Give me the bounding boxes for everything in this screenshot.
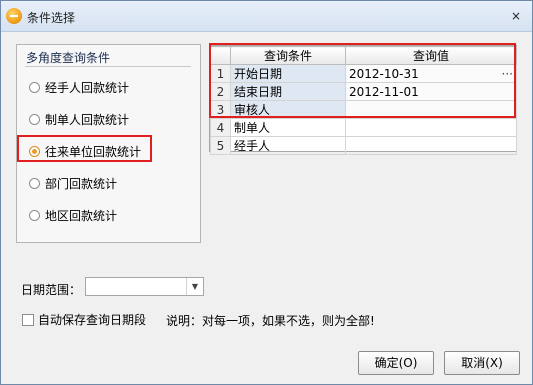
radio-label: 地区回款统计 [45,208,118,223]
autosave-checkbox-row[interactable]: 自动保存查询日期段 [22,311,146,328]
radio-option-department[interactable]: 部门回款统计 [29,174,117,192]
dropdown-arrow-icon[interactable]: ▼ [186,278,203,295]
table-row[interactable]: 5 经手人 [210,136,517,155]
radio-label: 制单人回款统计 [45,112,130,127]
checkbox-icon[interactable] [22,313,34,326]
radio-icon[interactable] [29,209,40,221]
note-text: 说明：对每一项，如果不选，则为全部! [166,314,375,328]
radio-label: 经手人回款统计 [45,80,130,95]
value-cell[interactable] [345,118,517,137]
title-bar[interactable]: 条件选择 × [1,1,532,32]
ok-button[interactable]: 确定(O) [358,351,434,375]
condition-cell[interactable]: 制单人 [230,118,346,137]
app-icon [6,8,22,24]
radio-icon[interactable] [29,177,40,189]
radio-option-creator[interactable]: 制单人回款统计 [29,110,129,128]
highlight-box-radio [17,135,152,162]
row-index: 5 [210,136,231,155]
radio-icon[interactable] [29,113,40,125]
group-title: 多角度查询条件 [26,51,111,65]
table-row[interactable]: 4 制单人 [210,118,517,137]
dialog-window: 条件选择 × 多角度查询条件 经手人回款统计 制单人回款统计 往来单位回款统计 … [0,0,533,385]
value-cell[interactable] [345,136,517,155]
cancel-button[interactable]: 取消(X) [444,351,520,375]
close-icon[interactable]: × [508,8,524,24]
radio-icon[interactable] [29,81,40,93]
radio-option-handler[interactable]: 经手人回款统计 [29,78,129,96]
group-divider [25,66,191,67]
date-range-label: 日期范围： [21,283,82,297]
radio-label: 部门回款统计 [45,176,118,191]
row-index: 4 [210,118,231,137]
condition-cell[interactable]: 经手人 [230,136,346,155]
date-range-select[interactable]: ▼ [85,277,204,296]
window-title: 条件选择 [27,11,76,25]
autosave-label: 自动保存查询日期段 [38,313,147,327]
radio-option-region[interactable]: 地区回款统计 [29,206,117,224]
highlight-box-grid [209,43,516,118]
